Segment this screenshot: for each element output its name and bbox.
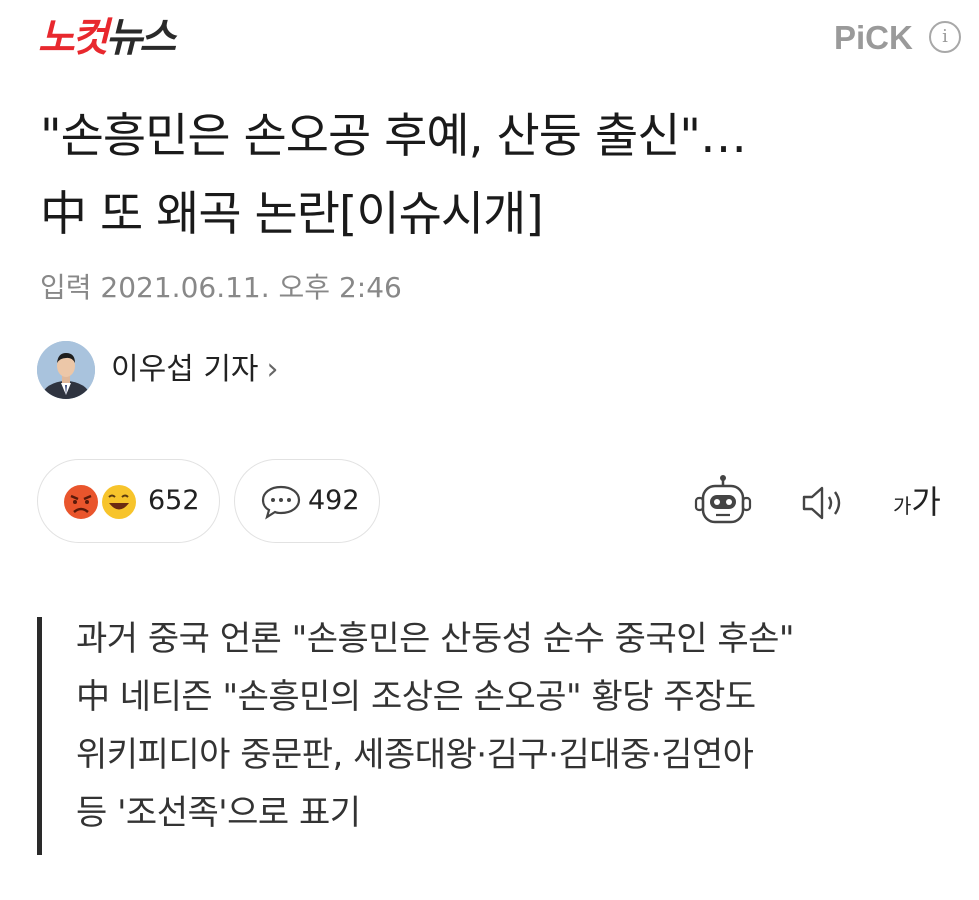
author-avatar[interactable] (37, 341, 95, 399)
laughing-emoji-icon (102, 485, 136, 519)
logo-part-dark: 뉴스 (105, 15, 177, 61)
article-summary: 과거 중국 언론 "손흥민은 산둥성 순수 중국인 후손" 中 네티즌 "손흥민… (76, 610, 966, 842)
reaction-button[interactable]: 652 (37, 459, 220, 543)
headline-line-2: 中 또 왜곡 논란[이슈시개] (40, 187, 544, 242)
summary-line-2: 中 네티즌 "손흥민의 조상은 손오공" 황당 주장도 (76, 677, 756, 717)
angry-emoji-icon (62, 483, 100, 521)
logo-part-red: 노컷 (38, 15, 109, 61)
reaction-emojis (62, 483, 136, 521)
comment-button[interactable]: 492 (234, 459, 380, 543)
info-icon[interactable]: i (929, 21, 961, 53)
speaker-icon[interactable] (801, 484, 847, 522)
author-link[interactable]: 이우섭 기자 › (111, 350, 279, 390)
speech-bubble-icon (261, 485, 301, 520)
reaction-count: 652 (148, 485, 200, 516)
reporter-photo-icon (37, 341, 95, 399)
robot-summary-icon[interactable] (694, 474, 752, 530)
summary-line-1: 과거 중국 언론 "손흥민은 산둥성 순수 중국인 후손" (76, 619, 795, 659)
font-size-button[interactable]: 가가 (893, 480, 941, 530)
summary-line-4: 등 '조선족'으로 표기 (76, 793, 361, 833)
noCut-news-logo[interactable]: 노컷뉴스 (38, 8, 177, 68)
summary-line-3: 위키피디아 중문판, 세종대왕·김구·김대중·김연아 (76, 735, 754, 775)
comment-count: 492 (308, 485, 360, 516)
pick-badge[interactable]: PiCK (834, 20, 913, 56)
publish-date: 입력 2021.06.11. 오후 2:46 (40, 271, 402, 304)
summary-quote-bar (37, 617, 42, 855)
font-size-small: 가 (893, 494, 912, 518)
author-name: 이우섭 기자 (111, 352, 259, 387)
headline-line-1: "손흥민은 손오공 후예, 산둥 출신"… (40, 109, 747, 164)
font-size-big: 가 (911, 483, 941, 521)
article-headline: "손흥민은 손오공 후예, 산둥 출신"… 中 또 왜곡 논란[이슈시개] (40, 98, 960, 254)
chevron-right-icon: › (266, 352, 279, 387)
